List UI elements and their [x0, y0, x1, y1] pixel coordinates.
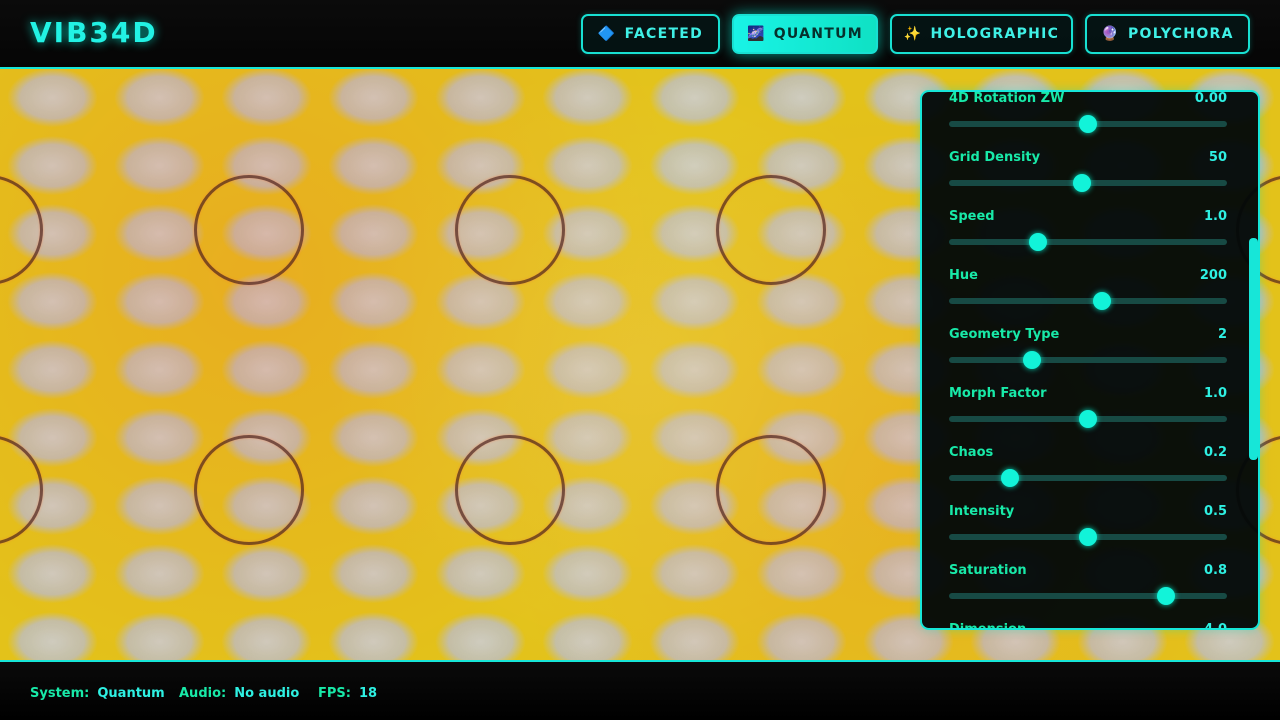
- slider-track[interactable]: [949, 469, 1227, 487]
- control-value: 1.0: [1203, 209, 1227, 224]
- control-label: Saturation: [949, 563, 1027, 578]
- slider-thumb[interactable]: [1079, 115, 1097, 133]
- control-value: 0.8: [1203, 563, 1227, 578]
- faceted-system-button[interactable]: 🔷 FACETED: [581, 14, 720, 54]
- control-label: Hue: [949, 268, 978, 283]
- crystal-ball-icon: 🔮: [1101, 26, 1120, 42]
- system-status: System: Quantum: [30, 686, 165, 701]
- quantum-label: QUANTUM: [773, 26, 864, 42]
- slider-thumb[interactable]: [1156, 587, 1175, 605]
- galaxy-icon: 🌌: [746, 26, 766, 42]
- control-label: 4D Rotation ZW: [949, 91, 1065, 106]
- parameter-panel[interactable]: 4D Rotation ZW 0.00 Grid Density 50 Spee…: [920, 90, 1260, 630]
- control-value: 2: [1217, 327, 1227, 342]
- control-value: 0.5: [1203, 504, 1227, 519]
- status-bar: System: Quantum Audio: No audio FPS: 18: [0, 660, 1280, 720]
- control-value: 0.2: [1203, 445, 1227, 460]
- polychora-system-button[interactable]: 🔮 POLYCHORA: [1085, 14, 1250, 54]
- control-morph-factor: Morph Factor 1.0: [947, 386, 1227, 445]
- audio-status-label: Audio:: [179, 686, 227, 701]
- control-grid-density: Grid Density 50: [947, 150, 1227, 209]
- top-bar: VIB34D 🔷 FACETED 🌌 QUANTUM ✨ HOLOGRAPHIC…: [0, 0, 1280, 69]
- control-value: 0.00: [1194, 91, 1227, 106]
- ring-shape: [0, 435, 43, 545]
- slider-track[interactable]: [949, 174, 1227, 192]
- faceted-label: FACETED: [624, 26, 704, 42]
- ring-shape: [455, 175, 565, 285]
- slider-track[interactable]: [949, 410, 1227, 428]
- system-status-value: Quantum: [97, 686, 165, 701]
- panel-scrollbar[interactable]: [1249, 238, 1258, 460]
- slider-thumb[interactable]: [1073, 174, 1092, 192]
- holographic-system-button[interactable]: ✨ HOLOGRAPHIC: [890, 14, 1073, 54]
- fps-status-value: 18: [358, 686, 378, 701]
- slider-thumb[interactable]: [1092, 292, 1111, 310]
- control-saturation: Saturation 0.8: [947, 563, 1227, 622]
- holographic-label: HOLOGRAPHIC: [930, 26, 1060, 42]
- audio-status: Audio: No audio: [179, 686, 299, 701]
- slider-track[interactable]: [949, 233, 1227, 251]
- slider-track[interactable]: [949, 115, 1227, 133]
- control-value: 200: [1199, 268, 1227, 283]
- ring-shape: [194, 175, 304, 285]
- app-logo: VIB34D: [30, 16, 158, 49]
- control-hue: Hue 200: [947, 268, 1227, 327]
- control-value: 50: [1208, 150, 1227, 165]
- fps-status-label: FPS:: [318, 686, 351, 701]
- slider-thumb[interactable]: [1079, 410, 1097, 428]
- control-value: 1.0: [1203, 386, 1227, 401]
- slider-track[interactable]: [949, 351, 1227, 369]
- control-geometry-type: Geometry Type 2: [947, 327, 1227, 386]
- ring-shape: [716, 175, 826, 285]
- ring-shape: [194, 435, 304, 545]
- ring-shape: [455, 435, 565, 545]
- audio-status-value: No audio: [234, 686, 300, 701]
- parameter-controls: 4D Rotation ZW 0.00 Grid Density 50 Spee…: [947, 91, 1227, 630]
- control-label: Grid Density: [949, 150, 1041, 165]
- control-chaos: Chaos 0.2: [947, 445, 1227, 504]
- slider-thumb[interactable]: [1028, 233, 1047, 251]
- sparkles-icon: ✨: [903, 26, 923, 42]
- system-status-label: System:: [30, 686, 90, 701]
- ring-shape: [0, 175, 43, 285]
- blue-diamond-icon: 🔷: [597, 26, 617, 42]
- slider-track[interactable]: [949, 292, 1227, 310]
- ring-shape: [716, 435, 826, 545]
- control-intensity: Intensity 0.5: [947, 504, 1227, 563]
- control-label: Intensity: [949, 504, 1015, 519]
- slider-track[interactable]: [949, 587, 1227, 605]
- slider-thumb[interactable]: [1023, 351, 1042, 369]
- fps-status: FPS: 18: [318, 686, 377, 701]
- control-label: Speed: [949, 209, 995, 224]
- control-label: Morph Factor: [949, 386, 1047, 401]
- quantum-system-button[interactable]: 🌌 QUANTUM: [732, 14, 878, 54]
- control-speed: Speed 1.0: [947, 209, 1227, 268]
- slider-thumb[interactable]: [1001, 469, 1020, 487]
- control-dimension: Dimension 4.0: [947, 622, 1227, 630]
- polychora-label: POLYCHORA: [1127, 26, 1234, 42]
- control-label: Geometry Type: [949, 327, 1060, 342]
- slider-track[interactable]: [949, 528, 1227, 546]
- control-label: Dimension: [949, 622, 1027, 630]
- slider-thumb[interactable]: [1079, 528, 1097, 546]
- control-label: Chaos: [949, 445, 994, 460]
- control-rotation-zw: 4D Rotation ZW 0.00: [947, 91, 1227, 150]
- control-value: 4.0: [1203, 622, 1227, 630]
